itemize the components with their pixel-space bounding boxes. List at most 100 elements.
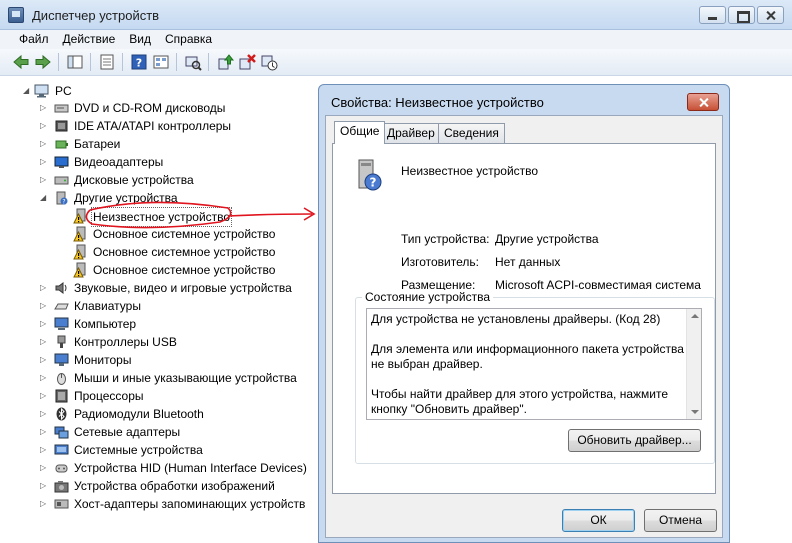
tree-item-disks[interactable]: ▷ Дисковые устройства — [0, 171, 320, 189]
maximize-button[interactable] — [728, 6, 755, 24]
tree-item-usb[interactable]: ▷ Контроллеры USB — [0, 333, 320, 351]
mouse-icon — [57, 373, 66, 385]
device-status-text: Для устройства не установлены драйверы. … — [371, 312, 689, 417]
expand-arrow-icon[interactable]: ▷ — [40, 153, 50, 171]
menu-bar: Файл Действие Вид Справка — [0, 30, 792, 49]
expand-arrow-icon[interactable]: ▷ — [40, 405, 50, 423]
bluetooth-icon — [56, 407, 67, 421]
window-title: Диспетчер устройств — [32, 8, 160, 23]
show-hide-tree-icon[interactable] — [66, 53, 84, 71]
tree-item-label: Устройства обработки изображений — [74, 479, 275, 493]
device-manager-icon — [8, 7, 24, 23]
expand-arrow-icon[interactable]: ▷ — [40, 135, 50, 153]
expand-arrow-icon[interactable]: ▷ — [40, 477, 50, 495]
tree-item-keyboards[interactable]: ▷ Клавиатуры — [0, 297, 320, 315]
tab-details[interactable]: Сведения — [438, 123, 505, 143]
dialog-title: Свойства: Неизвестное устройство — [331, 95, 544, 110]
dialog-close-button[interactable] — [687, 93, 719, 111]
device-status-legend: Состояние устройства — [362, 290, 494, 304]
properties-dialog: Свойства: Неизвестное устройство Общие Д… — [318, 84, 730, 543]
tree-item-dvd[interactable]: ▷ DVD и CD-ROM дисководы — [0, 99, 320, 117]
status-line: Для устройства не установлены драйверы. … — [371, 312, 661, 326]
forward-arrow-icon[interactable] — [34, 53, 52, 71]
device-type-label: Тип устройства: — [401, 232, 490, 246]
expand-arrow-icon[interactable]: ▷ — [40, 99, 50, 117]
scroll-down-icon[interactable] — [691, 410, 699, 414]
device-tree: ◢ PC ▷ DVD и CD-ROM дисководы ▷ IDE ATA/… — [0, 76, 320, 543]
tree-item-label: Основное системное устройство — [93, 245, 276, 259]
tree-item-label: Системные устройства — [74, 443, 203, 457]
expand-arrow-icon[interactable]: ▷ — [40, 495, 50, 513]
tree-item-system-device[interactable]: Основное системное устройство — [0, 225, 320, 243]
cancel-button[interactable]: Отмена — [644, 509, 717, 532]
tree-item-system[interactable]: ▷ Системные устройства — [0, 441, 320, 459]
expand-arrow-icon[interactable]: ▷ — [40, 387, 50, 405]
expand-arrow-icon[interactable]: ▷ — [40, 351, 50, 369]
disk-drive-icon — [54, 176, 69, 185]
disable-device-icon[interactable] — [260, 53, 278, 71]
tree-item-mice[interactable]: ▷ Мыши и иные указывающие устройства — [0, 369, 320, 387]
tree-item-label: Хост-адаптеры запоминающих устройств — [74, 497, 306, 511]
help-icon[interactable]: ? — [130, 53, 148, 71]
tree-item-hid[interactable]: ▷ Устройства HID (Human Interface Device… — [0, 459, 320, 477]
status-scrollbar[interactable] — [686, 309, 701, 419]
tree-item-ide[interactable]: ▷ IDE ATA/ATAPI контроллеры — [0, 117, 320, 135]
tree-item-monitors[interactable]: ▷ Мониторы — [0, 351, 320, 369]
tree-item-storage[interactable]: ▷ Хост-адаптеры запоминающих устройств — [0, 495, 320, 513]
expand-arrow-icon[interactable]: ▷ — [40, 117, 50, 135]
tree-item-video[interactable]: ▷ Видеоадаптеры — [0, 153, 320, 171]
menu-view[interactable]: Вид — [122, 30, 158, 49]
scroll-up-icon[interactable] — [691, 314, 699, 318]
tree-item-network[interactable]: ▷ Сетевые адаптеры — [0, 423, 320, 441]
minimize-button[interactable] — [699, 6, 726, 24]
tree-item-computer[interactable]: ▷ Компьютер — [0, 315, 320, 333]
tab-driver[interactable]: Драйвер — [381, 123, 441, 143]
uninstall-device-icon[interactable] — [238, 53, 256, 71]
tree-item-batteries[interactable]: ▷ Батареи — [0, 135, 320, 153]
collapse-arrow-icon[interactable]: ◢ — [23, 82, 33, 100]
toolbar: ? — [0, 49, 792, 76]
expand-arrow-icon[interactable]: ▷ — [40, 279, 50, 297]
ok-button[interactable]: ОК — [562, 509, 635, 532]
tree-root-row[interactable]: ◢ PC — [0, 82, 320, 100]
tree-item-other-devices[interactable]: ◢ ? Другие устройства — [0, 189, 320, 207]
update-driver-button[interactable]: Обновить драйвер... — [568, 429, 701, 452]
tree-item-label: DVD и CD-ROM дисководы — [74, 101, 226, 115]
menu-help[interactable]: Справка — [158, 30, 219, 49]
tree-item-imaging[interactable]: ▷ Устройства обработки изображений — [0, 477, 320, 495]
tree-item-bluetooth[interactable]: ▷ Радиомодули Bluetooth — [0, 405, 320, 423]
tree-item-unknown-device[interactable]: Неизвестное устройство — [0, 207, 320, 227]
update-driver-icon[interactable] — [216, 53, 234, 71]
tree-item-system-device[interactable]: Основное системное устройство — [0, 261, 320, 279]
close-button[interactable] — [757, 6, 784, 24]
ide-controller-icon — [55, 120, 68, 132]
action-view-icon[interactable] — [152, 53, 170, 71]
tree-item-sound[interactable]: ▷ Звуковые, видео и игровые устройства — [0, 279, 320, 297]
expand-arrow-icon[interactable]: ▷ — [40, 315, 50, 333]
tab-general[interactable]: Общие — [334, 121, 386, 144]
device-type-value: Другие устройства — [495, 232, 599, 246]
back-arrow-icon[interactable] — [12, 53, 30, 71]
tree-item-system-device[interactable]: Основное системное устройство — [0, 243, 320, 261]
collapse-arrow-icon[interactable]: ◢ — [40, 189, 50, 207]
expand-arrow-icon[interactable]: ▷ — [40, 171, 50, 189]
tree-root-label: PC — [55, 84, 72, 98]
expand-arrow-icon[interactable]: ▷ — [40, 333, 50, 351]
tree-item-processors[interactable]: ▷ Процессоры — [0, 387, 320, 405]
speaker-icon — [55, 282, 67, 294]
tree-item-label: Неизвестное устройство — [91, 207, 233, 227]
properties-icon[interactable] — [98, 53, 116, 71]
expand-arrow-icon[interactable]: ▷ — [40, 369, 50, 387]
svg-text:?: ? — [62, 198, 65, 205]
expand-arrow-icon[interactable]: ▷ — [40, 297, 50, 315]
processor-icon — [55, 389, 68, 403]
expand-arrow-icon[interactable]: ▷ — [40, 423, 50, 441]
warning-device-icon — [73, 226, 86, 242]
expand-arrow-icon[interactable]: ▷ — [40, 441, 50, 459]
expand-arrow-icon[interactable]: ▷ — [40, 459, 50, 477]
scan-hardware-icon[interactable] — [184, 53, 202, 71]
device-status-textbox[interactable]: Для устройства не установлены драйверы. … — [366, 308, 702, 420]
storage-controller-icon — [54, 499, 69, 509]
menu-file[interactable]: Файл — [12, 30, 56, 49]
menu-action[interactable]: Действие — [56, 30, 123, 49]
